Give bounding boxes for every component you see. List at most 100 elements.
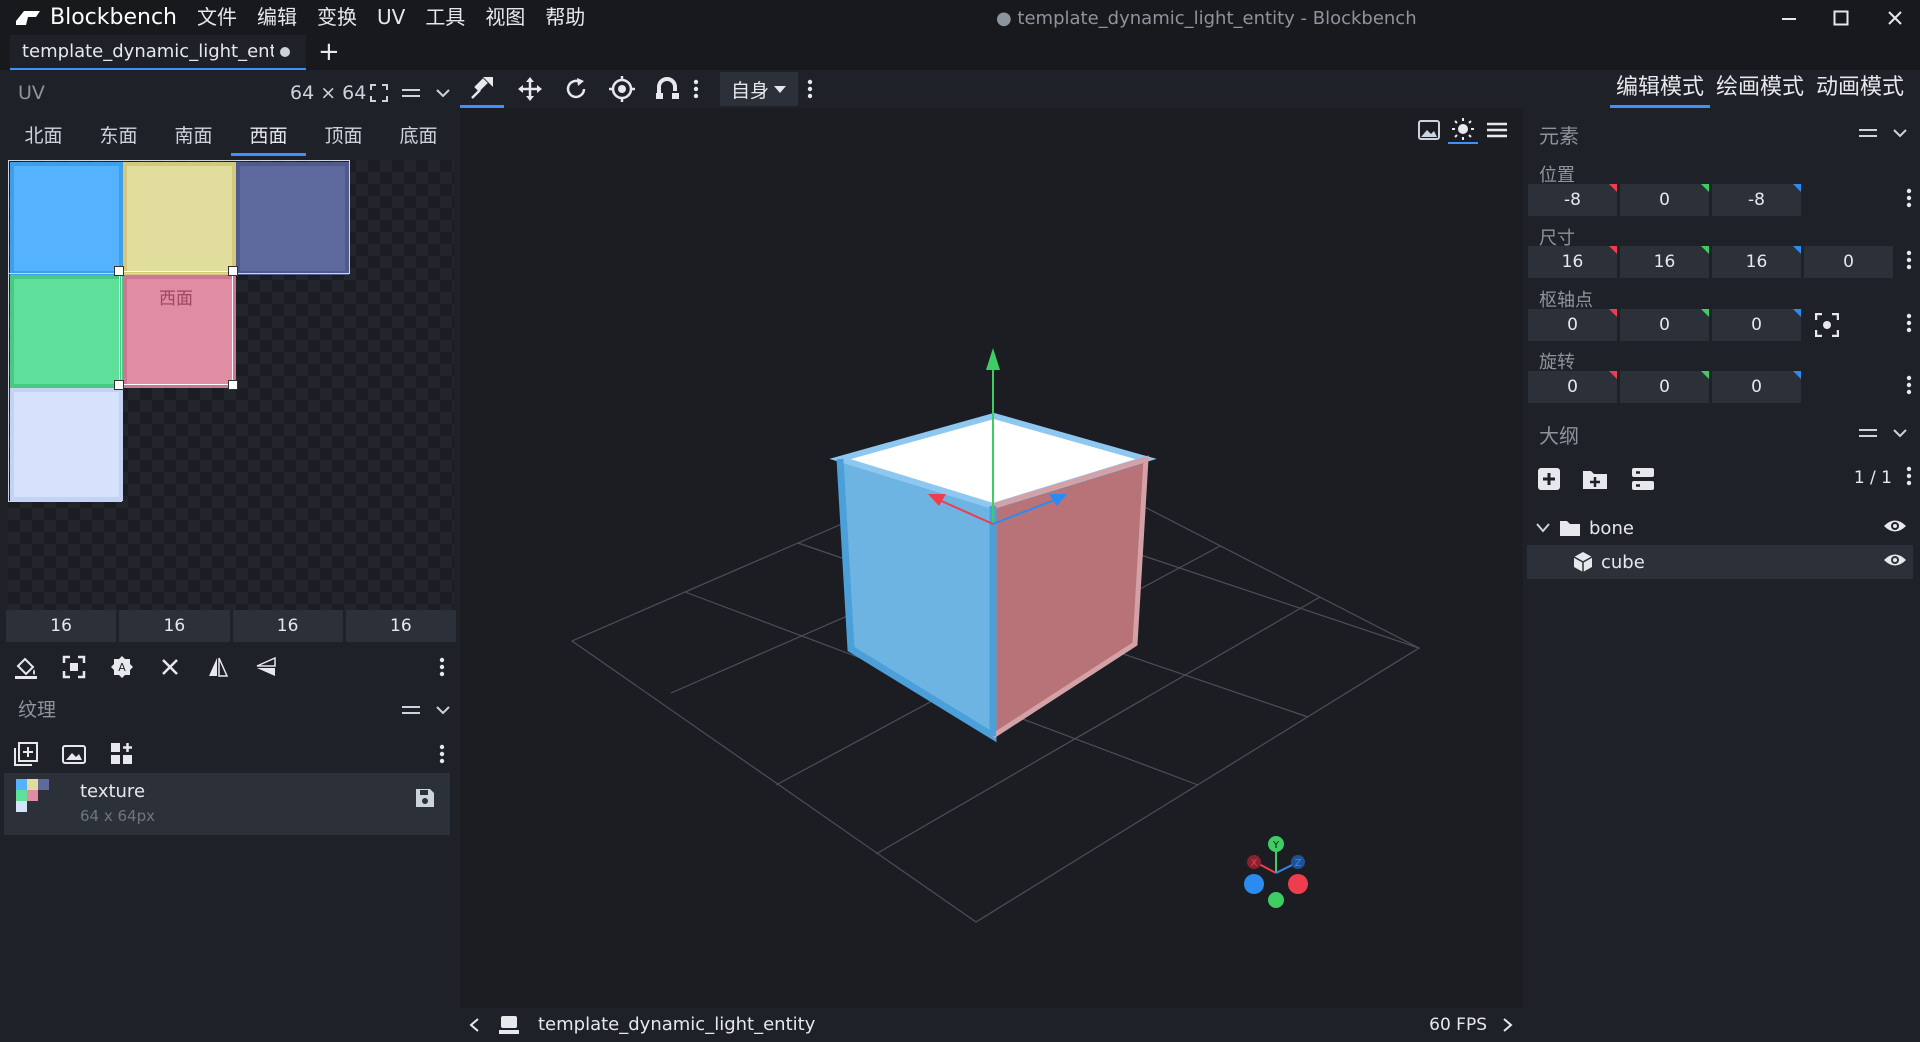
add-cube-icon[interactable] <box>1531 460 1567 498</box>
inflate-input[interactable]: 0 <box>1804 246 1893 278</box>
menu-edit[interactable]: 编辑 <box>247 0 307 35</box>
uv-resize-handle[interactable] <box>228 380 238 390</box>
more-options-icon[interactable] <box>1906 466 1912 491</box>
lighting-icon[interactable] <box>1448 116 1478 144</box>
fullscreen-icon[interactable] <box>368 78 390 108</box>
viewport-scene[interactable] <box>460 108 1523 1008</box>
more-options-icon[interactable] <box>1906 375 1912 400</box>
tab-face-north[interactable]: 北面 <box>6 118 81 156</box>
outliner-item-bone[interactable]: bone <box>1527 511 1913 545</box>
more-options-icon[interactable] <box>1906 188 1912 213</box>
rotation-x-input[interactable]: 0 <box>1528 371 1617 403</box>
panel-menu-icon[interactable] <box>1857 118 1879 148</box>
mirror-x-icon[interactable] <box>200 648 236 686</box>
uv-resize-handle[interactable] <box>228 266 238 276</box>
more-options-icon[interactable] <box>430 735 454 773</box>
menu-file[interactable]: 文件 <box>187 0 247 35</box>
menu-uv[interactable]: UV <box>367 0 415 35</box>
tab-face-up[interactable]: 顶面 <box>306 118 381 156</box>
clear-uv-icon[interactable] <box>152 648 188 686</box>
uv-resize-handle[interactable] <box>114 266 124 276</box>
more-options-icon[interactable] <box>1906 313 1912 338</box>
tab-project[interactable]: template_dynamic_light_entit <box>10 35 306 70</box>
axis-y-label: Y <box>1272 840 1280 851</box>
position-y-input[interactable]: 0 <box>1620 184 1709 216</box>
chevron-down-icon[interactable] <box>1535 522 1551 534</box>
pivot-z-input[interactable]: 0 <box>1712 309 1801 341</box>
uv-value-field[interactable]: 16 <box>232 610 343 642</box>
menu-transform[interactable]: 变换 <box>307 0 367 35</box>
axis-x-label: X <box>1251 858 1258 869</box>
chevron-down-icon[interactable] <box>432 78 454 108</box>
uv-value-field[interactable]: 16 <box>6 610 117 642</box>
rotate-tool-icon[interactable] <box>554 70 598 108</box>
texture-list-item[interactable]: texture 64 x 64px <box>4 773 450 835</box>
more-options-icon[interactable] <box>686 70 706 108</box>
more-options-icon[interactable] <box>430 648 454 686</box>
translate-tool-icon[interactable] <box>508 70 552 108</box>
tab-face-east[interactable]: 东面 <box>81 118 156 156</box>
outliner-item-cube[interactable]: cube <box>1527 545 1913 579</box>
rotation-z-input[interactable]: 0 <box>1712 371 1801 403</box>
unsaved-dot-icon[interactable] <box>280 46 290 57</box>
size-x-input[interactable]: 16 <box>1528 246 1617 278</box>
uv-resize-handle[interactable] <box>114 380 124 390</box>
uv-value-field[interactable]: 16 <box>119 610 230 642</box>
tab-animate-mode[interactable]: 动画模式 <box>1810 70 1910 108</box>
menu-tools[interactable]: 工具 <box>415 0 475 35</box>
menu-view[interactable]: 视图 <box>475 0 535 35</box>
auto-uv-icon[interactable]: A <box>104 648 140 686</box>
position-z-input[interactable]: -8 <box>1712 184 1801 216</box>
paint-bucket-icon[interactable] <box>8 648 44 686</box>
uv-editor-canvas[interactable]: 西面 <box>8 160 454 610</box>
tab-paint-mode[interactable]: 绘画模式 <box>1710 70 1810 108</box>
3d-viewport[interactable]: Y X Z <box>460 108 1523 1008</box>
visibility-eye-icon[interactable] <box>1883 551 1907 573</box>
center-pivot-icon[interactable] <box>1814 312 1840 341</box>
viewport-menu-icon[interactable] <box>1482 116 1512 144</box>
maximize-button[interactable] <box>1816 0 1866 35</box>
chevron-down-icon[interactable] <box>1889 418 1911 448</box>
size-z-input[interactable]: 16 <box>1712 246 1801 278</box>
import-texture-icon[interactable] <box>8 735 44 773</box>
position-x-input[interactable]: -8 <box>1528 184 1617 216</box>
panel-menu-icon[interactable] <box>1857 418 1879 448</box>
tab-edit-mode[interactable]: 编辑模式 <box>1609 70 1710 108</box>
maximize-uv-icon[interactable] <box>56 648 92 686</box>
panel-menu-icon[interactable] <box>400 78 422 108</box>
tab-face-down[interactable]: 底面 <box>381 118 456 156</box>
y-axis-arrow[interactable] <box>986 348 1000 370</box>
transform-space-select[interactable]: 自身 <box>720 72 798 106</box>
add-group-icon[interactable] <box>1577 460 1613 498</box>
close-button[interactable] <box>1870 0 1920 35</box>
minimize-button[interactable] <box>1764 0 1814 35</box>
panel-menu-icon[interactable] <box>400 695 422 725</box>
more-options-icon[interactable] <box>1906 250 1912 275</box>
tab-face-south[interactable]: 南面 <box>156 118 231 156</box>
orientation-gizmo[interactable]: Y X Z <box>1230 828 1320 918</box>
vertex-snap-icon[interactable] <box>646 70 690 108</box>
mirror-y-icon[interactable] <box>248 648 284 686</box>
size-y-input[interactable]: 16 <box>1620 246 1709 278</box>
tab-face-west[interactable]: 西面 <box>231 118 306 156</box>
chevron-down-icon[interactable] <box>1889 118 1911 148</box>
uv-selection-box[interactable]: 西面 <box>119 271 233 385</box>
visibility-eye-icon[interactable] <box>1883 517 1907 539</box>
save-icon[interactable] <box>414 787 436 813</box>
texture-atlas-icon[interactable] <box>104 735 140 773</box>
uv-value-field[interactable]: 16 <box>345 610 456 642</box>
pivot-y-input[interactable]: 0 <box>1620 309 1709 341</box>
pivot-x-input[interactable]: 0 <box>1528 309 1617 341</box>
menu-help[interactable]: 帮助 <box>535 0 595 35</box>
create-texture-icon[interactable] <box>56 735 92 773</box>
rotation-y-input[interactable]: 0 <box>1620 371 1709 403</box>
collapse-groups-icon[interactable] <box>1625 460 1661 498</box>
move-tool-icon[interactable] <box>460 70 504 108</box>
background-image-icon[interactable] <box>1414 116 1444 144</box>
chevron-left-icon[interactable] <box>468 1008 480 1042</box>
chevron-right-icon[interactable] <box>1502 1008 1514 1042</box>
pivot-tool-icon[interactable] <box>600 70 644 108</box>
more-options-icon[interactable] <box>800 70 820 108</box>
chevron-down-icon[interactable] <box>432 695 454 725</box>
new-tab-button[interactable]: + <box>318 35 340 70</box>
